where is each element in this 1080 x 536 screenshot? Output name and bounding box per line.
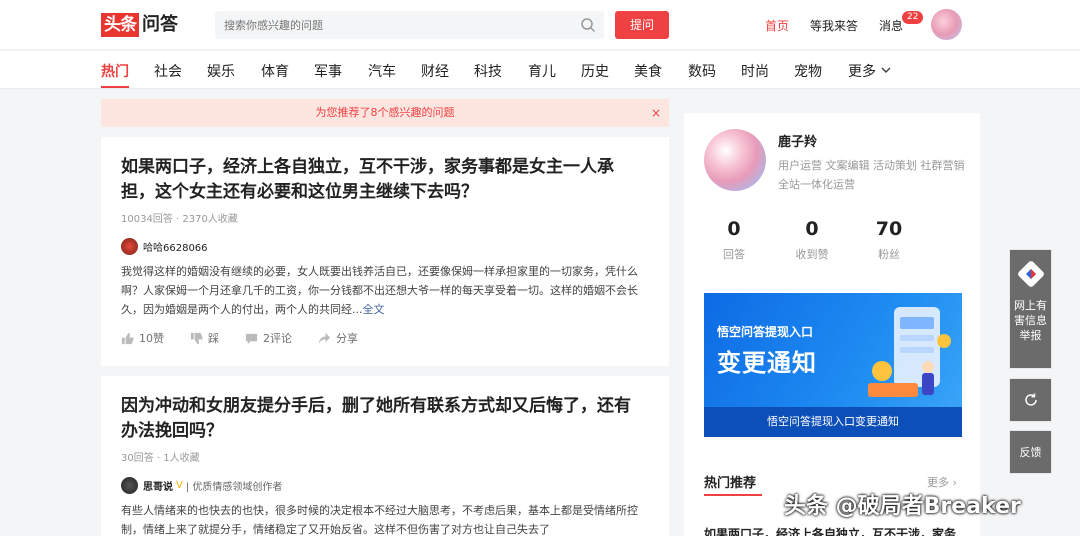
profile-description: 用户运营 文案编辑 活动策划 社群营销 全站一体化运营 [778, 159, 965, 191]
author-name: 哈哈6628066 [143, 243, 208, 254]
answer-author[interactable]: 思哥说 V | 优质情感领域创作者 [121, 477, 282, 494]
logo-box: 头条 [101, 13, 139, 37]
tab-tech[interactable]: 科技 [474, 61, 502, 81]
ask-button[interactable]: 提问 [615, 11, 669, 39]
answer-excerpt[interactable]: 有些人情绪来的也快去的也快，很多时候的决定根本不经过大脑思考，不考虑后果，基本上… [121, 501, 649, 536]
banner-line2: 变更通知 [717, 349, 817, 377]
like-button[interactable]: 10赞 [121, 330, 164, 346]
stat-likes-label: 收到赞 [795, 248, 829, 261]
tab-fashion[interactable]: 时尚 [741, 61, 769, 81]
author-name: 思哥说 [143, 482, 173, 493]
stat-answers-label: 回答 [723, 248, 745, 261]
profile-sidebar: 鹿子羚 用户运营 文案编辑 活动策划 社群营销 全站一体化运营 0 回答 0 收… [684, 113, 980, 536]
comment-count: 2评论 [263, 332, 292, 345]
read-more-link[interactable]: 全文 [363, 303, 385, 316]
stat-fans-label: 粉丝 [878, 248, 900, 261]
report-button[interactable]: 网上有害信息举报 [1009, 249, 1052, 369]
feedback-button[interactable]: 反馈 [1009, 430, 1052, 474]
answer-count: 30回答 [121, 453, 154, 464]
chevron-down-icon[interactable] [880, 64, 892, 76]
report-shield-icon [1018, 261, 1044, 287]
share-button[interactable]: 分享 [318, 330, 358, 346]
like-count: 10赞 [139, 332, 164, 345]
profile-name[interactable]: 鹿子羚 [778, 131, 817, 150]
banner-line1: 悟空问答提现入口 [717, 325, 814, 339]
tab-society[interactable]: 社会 [154, 61, 182, 81]
tab-food[interactable]: 美食 [634, 61, 662, 81]
tab-more[interactable]: 更多 [848, 61, 876, 81]
question-meta: 30回答 · 1人收藏 [121, 449, 200, 464]
author-tag: | 优质情感领域创作者 [185, 482, 283, 493]
answer-count: 10034回答 [121, 214, 173, 225]
stat-likes[interactable]: 0 [782, 218, 842, 240]
nav-messages[interactable]: 消息 [879, 17, 903, 34]
tab-parenting[interactable]: 育儿 [528, 61, 556, 81]
tab-pets[interactable]: 宠物 [794, 61, 822, 81]
promo-banner[interactable]: 悟空问答提现入口 变更通知 悟空问答提现入口变更通知 [704, 293, 962, 437]
tab-digital[interactable]: 数码 [688, 61, 716, 81]
avatar [121, 477, 138, 494]
question-card: 如果两口子，经济上各自独立，互不干涉，家务事都是女主一人承担，这个女主还有必要和… [101, 137, 669, 366]
thumbs-down-icon [190, 332, 203, 344]
verified-icon: V [176, 480, 183, 491]
share-label: 分享 [336, 332, 358, 345]
dislike-button[interactable]: 踩 [190, 330, 219, 346]
nav-waiting[interactable]: 等我来答 [810, 17, 858, 34]
favorite-count: 1人收藏 [163, 453, 200, 464]
refresh-icon [1024, 393, 1037, 406]
tab-military[interactable]: 军事 [314, 61, 342, 81]
thumbs-up-icon [121, 332, 134, 344]
recommend-notice: 为您推荐了8个感兴趣的问题 × [101, 99, 669, 127]
refresh-button[interactable] [1009, 378, 1052, 422]
comment-button[interactable]: 2评论 [245, 330, 292, 346]
question-title[interactable]: 如果两口子，经济上各自独立，互不干涉，家务事都是女主一人承担，这个女主还有必要和… [121, 155, 646, 205]
comment-icon [245, 333, 258, 344]
answer-author[interactable]: 哈哈6628066 [121, 238, 208, 255]
question-meta: 10034回答 · 2370人收藏 [121, 210, 238, 225]
banner-illustration [868, 307, 951, 397]
answer-excerpt[interactable]: 我觉得这样的婚姻没有继续的必要，女人既要出钱养活自已，还要像保姆一样承担家里的一… [121, 262, 649, 319]
tab-hot[interactable]: 热门 [101, 61, 129, 81]
hot-recommend-title: 热门推荐 [704, 476, 757, 491]
user-avatar[interactable] [931, 9, 962, 40]
category-bar: 热门 社会 娱乐 体育 军事 汽车 财经 科技 育儿 历史 美食 数码 时尚 宠… [0, 51, 1080, 89]
search-icon[interactable] [580, 17, 596, 33]
logo-text: 问答 [142, 14, 178, 35]
tab-history[interactable]: 历史 [581, 61, 609, 81]
banner-caption: 悟空问答提现入口变更通知 [704, 407, 962, 437]
favorite-count: 2370人收藏 [182, 214, 238, 225]
profile-avatar[interactable] [704, 129, 766, 191]
top-header: 头条 问答 提问 首页 等我来答 消息 22 [0, 0, 1080, 50]
dislike-label: 踩 [208, 332, 219, 345]
question-title[interactable]: 因为冲动和女朋友提分手后，删了她所有联系方式却又后悔了，还有办法挽回吗？ [121, 394, 646, 444]
active-tab-indicator [101, 86, 129, 88]
tab-sports[interactable]: 体育 [261, 61, 289, 81]
message-badge: 22 [902, 11, 924, 24]
search-input[interactable] [215, 11, 604, 39]
watermark: 头条 @破局者Breaker [784, 494, 1021, 519]
tab-finance[interactable]: 财经 [421, 61, 449, 81]
question-card: 因为冲动和女朋友提分手后，删了她所有联系方式却又后悔了，还有办法挽回吗？ 30回… [101, 376, 669, 536]
stat-fans[interactable]: 70 [859, 218, 919, 240]
hot-title-underline [704, 494, 762, 496]
avatar [121, 238, 138, 255]
close-icon[interactable]: × [651, 99, 661, 127]
nav-home[interactable]: 首页 [765, 17, 789, 34]
stat-answers[interactable]: 0 [704, 218, 764, 240]
tab-auto[interactable]: 汽车 [368, 61, 396, 81]
hot-item[interactable]: 如果两口子，经济上各自独立，互不干涉，家务 [704, 525, 956, 536]
tab-entertainment[interactable]: 娱乐 [207, 61, 235, 81]
report-label: 网上有害信息举报 [1014, 299, 1047, 342]
share-icon [318, 332, 331, 344]
notice-text: 为您推荐了8个感兴趣的问题 [315, 106, 455, 119]
logo[interactable]: 头条 问答 [101, 13, 178, 37]
answer-actions: 10赞 踩 2评论 分享 [121, 330, 384, 346]
